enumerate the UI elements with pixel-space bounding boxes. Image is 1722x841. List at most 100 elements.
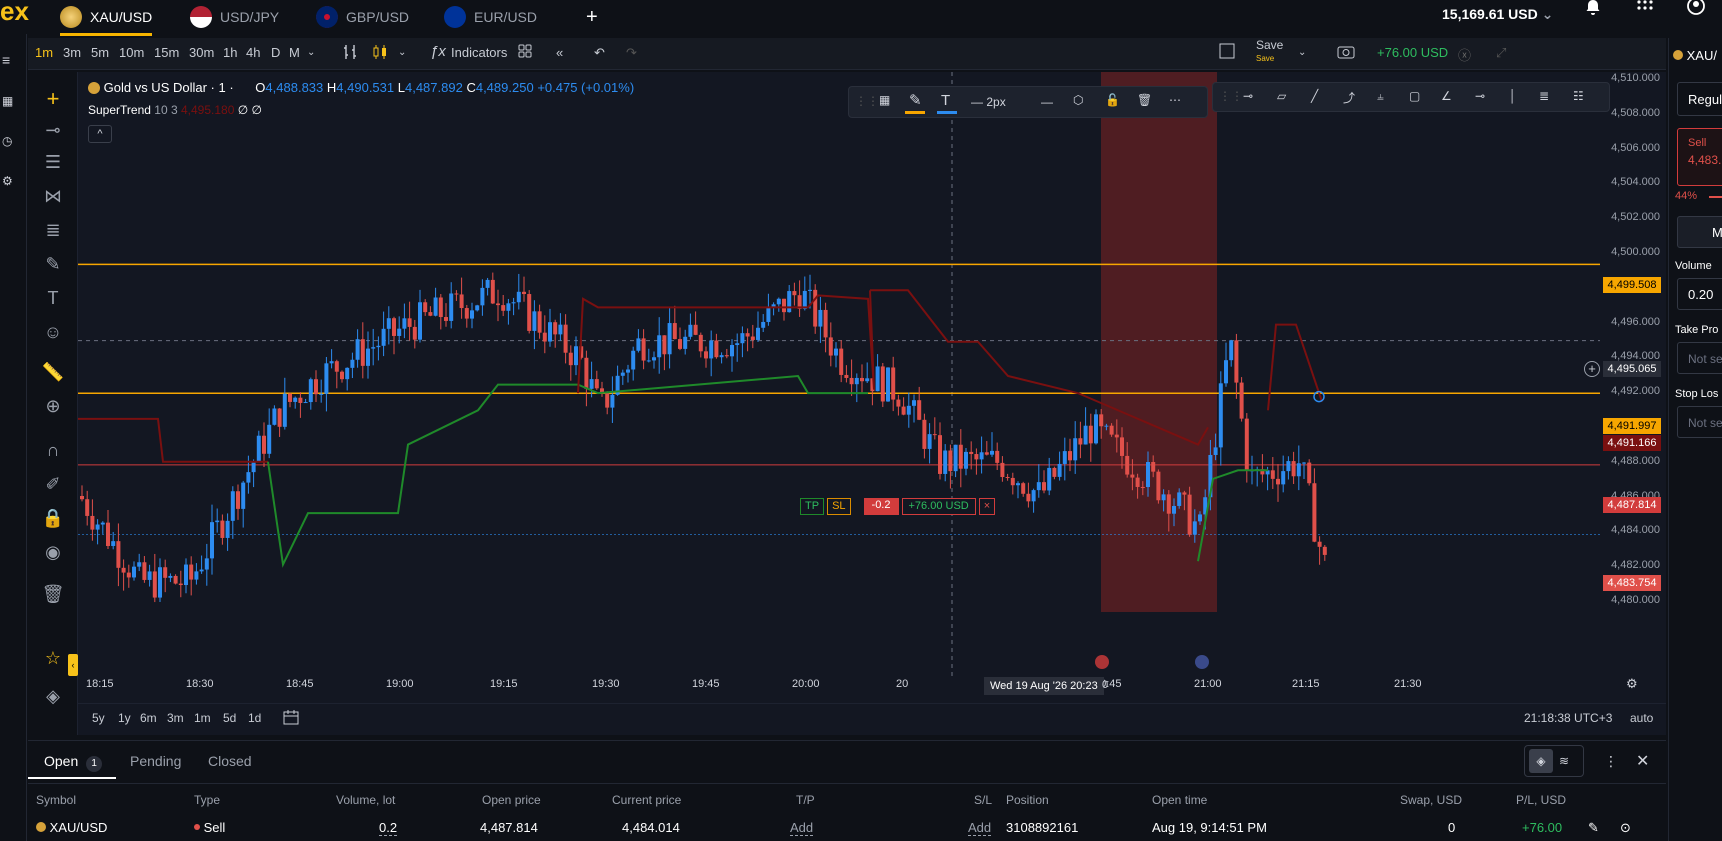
close-position-icon[interactable]: ⊙: [1620, 820, 1631, 836]
trend-line-icon[interactable]: ⊸: [28, 120, 78, 141]
vertical-line-icon[interactable]: │: [1509, 89, 1517, 103]
line-width-control[interactable]: — 2px: [971, 95, 1006, 109]
position-line-label[interactable]: TP SL -0.2 +76.00 USD ×: [800, 498, 996, 515]
text-color-icon[interactable]: T: [941, 92, 950, 109]
timeframe-4h[interactable]: 4h: [246, 45, 260, 60]
range-3m[interactable]: 3m: [167, 711, 184, 725]
chevron-down-icon[interactable]: ⌄: [307, 47, 315, 58]
close-circle-icon[interactable]: ⓧ: [1458, 45, 1471, 64]
row-sl-add[interactable]: Add: [968, 820, 992, 836]
timeframe-10m[interactable]: 10m: [119, 45, 144, 60]
price-axis[interactable]: 4,510.000 4,508.000 4,506.000 4,504.000 4,50…: [1600, 72, 1666, 692]
indicator-legend[interactable]: SuperTrend 10 3 4,495.180 ∅ ∅: [88, 103, 262, 117]
tab-eur-usd[interactable]: EUR/USD: [444, 0, 537, 34]
timeframe-d[interactable]: D: [271, 45, 280, 60]
pencil-lock-icon[interactable]: ✐: [28, 474, 78, 495]
save-button[interactable]: Save Save: [1256, 39, 1283, 65]
templates-icon[interactable]: [517, 43, 533, 62]
drag-handle-icon[interactable]: ⋮⋮: [855, 94, 879, 108]
pattern-icon[interactable]: ⋈: [28, 186, 78, 207]
replay-icon[interactable]: «: [556, 45, 563, 60]
add-tab-button[interactable]: +: [586, 0, 598, 34]
horizontal-lines-icon[interactable]: ☰: [28, 152, 78, 173]
line-color-icon[interactable]: ✎: [909, 91, 922, 109]
lock-icon[interactable]: 🔒: [28, 508, 78, 529]
order-type-select[interactable]: Regula: [1677, 82, 1722, 116]
range-5d[interactable]: 5d: [223, 711, 236, 725]
zoom-icon[interactable]: ⊕: [28, 396, 78, 417]
axis-settings-icon[interactable]: ⚙: [1626, 676, 1638, 692]
user-profile-icon[interactable]: [1686, 0, 1706, 23]
ruler-icon[interactable]: 📏: [28, 362, 78, 383]
timeframe-1h[interactable]: 1h: [223, 45, 237, 60]
timeframe-1m[interactable]: 1m: [35, 45, 53, 60]
market-mode-button[interactable]: M: [1677, 216, 1722, 248]
layers-icon[interactable]: ◈: [1529, 749, 1553, 773]
line-style-icon[interactable]: —: [1041, 95, 1053, 109]
timeframe-5m[interactable]: 5m: [91, 45, 109, 60]
gann-icon[interactable]: ☷: [1573, 89, 1584, 103]
menu-icon[interactable]: ≡: [2, 52, 10, 68]
add-alert-icon[interactable]: +: [1584, 361, 1600, 377]
timeframe-15m[interactable]: 15m: [154, 45, 179, 60]
trend-line-icon[interactable]: ╱: [1311, 89, 1318, 103]
trash-icon[interactable]: 🗑: [28, 584, 78, 605]
bars-style-icon[interactable]: [342, 43, 358, 64]
fullscreen-checkbox-icon[interactable]: [1219, 43, 1235, 62]
templates-icon[interactable]: ▦: [879, 93, 890, 107]
account-balance[interactable]: 15,169.61 USD ⌄: [1442, 6, 1553, 23]
calendar-icon[interactable]: ▦: [2, 94, 13, 108]
timeframe-3m[interactable]: 3m: [63, 45, 81, 60]
angle-icon[interactable]: ∠: [1441, 89, 1452, 103]
collapse-toggle[interactable]: ‹: [68, 654, 78, 676]
range-6m[interactable]: 6m: [140, 711, 157, 725]
timeframe-m[interactable]: M: [289, 45, 300, 60]
tp-handle[interactable]: TP: [800, 498, 825, 515]
redo-icon[interactable]: ↷: [626, 45, 637, 61]
layers-icon[interactable]: ◈: [28, 686, 78, 707]
brush-icon[interactable]: ✎: [28, 254, 78, 275]
stack-icon[interactable]: ≋: [1559, 749, 1569, 773]
range-1d[interactable]: 1d: [248, 711, 261, 725]
row-tp-add[interactable]: Add: [790, 820, 814, 836]
edit-position-icon[interactable]: ✎: [1588, 820, 1599, 836]
fib-icon[interactable]: ≣: [28, 220, 78, 241]
clock-display[interactable]: 21:18:38 UTC+3: [1524, 711, 1612, 725]
stop-loss-input[interactable]: Not se: [1677, 406, 1722, 438]
magnet-icon[interactable]: ∩: [28, 440, 78, 461]
tab-gbp-usd[interactable]: GBP/USD: [316, 0, 409, 34]
text-tool-icon[interactable]: T: [28, 288, 78, 309]
collapse-legend-button[interactable]: ^: [88, 125, 112, 143]
alarm-icon[interactable]: ◷: [2, 134, 12, 148]
row-volume[interactable]: 0.2: [379, 820, 398, 836]
candles-style-icon[interactable]: [372, 43, 388, 64]
drag-handle-icon[interactable]: ⋮⋮: [1219, 89, 1243, 103]
volume-input[interactable]: 0.20: [1677, 278, 1722, 310]
expand-icon[interactable]: ⤢: [1496, 45, 1506, 61]
take-profit-input[interactable]: Not se: [1677, 342, 1722, 374]
range-1m[interactable]: 1m: [194, 711, 211, 725]
close-position-icon[interactable]: ×: [978, 498, 996, 515]
pnl-badge[interactable]: +76.00 USD: [1377, 45, 1448, 60]
settings-icon[interactable]: ⚙: [2, 174, 13, 188]
timeframe-30m[interactable]: 30m: [189, 45, 214, 60]
emoji-icon[interactable]: ☺: [28, 322, 78, 343]
more-icon[interactable]: ⋯: [1169, 93, 1181, 107]
tab-open[interactable]: Open 1: [44, 753, 103, 772]
sl-handle[interactable]: SL: [827, 498, 851, 515]
path-icon[interactable]: ⤴: [1343, 89, 1355, 106]
table-row[interactable]: [28, 811, 1666, 841]
rectangle-icon[interactable]: ▢: [1409, 89, 1420, 103]
eye-icon[interactable]: ◉: [28, 542, 78, 563]
more-vertical-icon[interactable]: ⋮: [1604, 753, 1618, 770]
chevron-down-icon[interactable]: ⌄: [398, 47, 406, 58]
channel-icon[interactable]: ▱: [1277, 89, 1286, 103]
indicators-button[interactable]: Indicators: [451, 45, 507, 60]
undo-icon[interactable]: ↶: [594, 45, 605, 61]
pitchfork-icon[interactable]: ⫨: [1377, 89, 1384, 104]
tab-usd-jpy[interactable]: USD/JPY: [190, 0, 279, 34]
date-range-icon[interactable]: [282, 709, 300, 730]
settings-hex-icon[interactable]: ⬡: [1073, 93, 1083, 107]
sell-button[interactable]: Sell 4,483.: [1677, 128, 1722, 186]
range-5y[interactable]: 5y: [92, 711, 105, 725]
